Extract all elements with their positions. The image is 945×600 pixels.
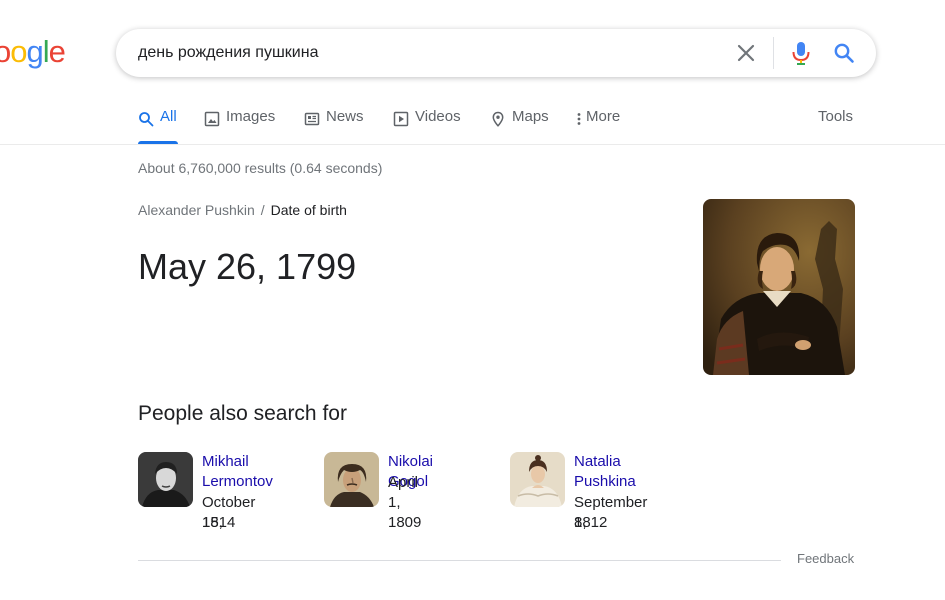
tab-label: Videos	[415, 108, 461, 125]
tools-button[interactable]: Tools	[818, 108, 853, 125]
google-logo[interactable]: oogle	[0, 32, 66, 72]
breadcrumb-attribute: Date of birth	[270, 202, 347, 218]
gogol-thumbnail[interactable]	[324, 452, 379, 507]
tab-label: Maps	[512, 108, 549, 125]
person-name-line[interactable]: Lermontov	[202, 472, 273, 492]
mic-icon[interactable]	[789, 40, 813, 66]
answer-date: May 26, 1799	[138, 246, 357, 287]
play-icon	[393, 111, 409, 127]
person-date-line: 1814	[202, 514, 236, 531]
results-stats: About 6,760,000 results (0.64 seconds)	[138, 160, 383, 176]
search-icon[interactable]	[832, 41, 856, 65]
person-date-line: April 1, 1809	[388, 474, 422, 531]
logo-letter: o	[0, 34, 11, 69]
image-icon	[204, 111, 220, 127]
logo-letter: o	[10, 34, 27, 69]
search-icon	[138, 111, 154, 127]
person-date-line: 1812	[574, 514, 608, 531]
map-pin-icon	[490, 111, 506, 127]
tab-images[interactable]: Images	[204, 108, 275, 144]
people-also-search-title: People also search for	[138, 402, 347, 425]
person-name-line[interactable]: Natalia	[574, 452, 621, 472]
close-icon[interactable]	[734, 41, 758, 65]
search-input[interactable]	[138, 29, 698, 77]
feedback-divider	[138, 560, 781, 561]
tab-news[interactable]: News	[304, 108, 364, 144]
breadcrumb-entity[interactable]: Alexander Pushkin	[138, 202, 255, 218]
search-box	[116, 29, 876, 77]
tab-label: Images	[226, 108, 276, 125]
tab-all[interactable]: All	[138, 108, 178, 144]
logo-letter: e	[48, 34, 66, 69]
more-vert-icon	[576, 111, 582, 127]
lermontov-thumbnail[interactable]	[138, 452, 193, 507]
news-icon	[304, 111, 320, 127]
breadcrumb: Alexander Pushkin / Date of birth	[138, 202, 347, 218]
tab-label: More	[586, 108, 621, 125]
logo-letter: g	[26, 34, 44, 69]
pushkin-portrait[interactable]	[703, 199, 855, 375]
tab-more[interactable]: More	[576, 108, 620, 144]
header-divider	[0, 144, 945, 145]
tab-maps[interactable]: Maps	[490, 108, 549, 144]
breadcrumb-separator: /	[260, 202, 265, 218]
tab-videos[interactable]: Videos	[393, 108, 461, 144]
pushkina-thumbnail[interactable]	[510, 452, 565, 507]
feedback-link[interactable]: Feedback	[797, 551, 854, 566]
tab-label: All	[160, 108, 177, 125]
search-divider	[773, 37, 774, 69]
person-name-line[interactable]: Mikhail	[202, 452, 249, 472]
person-name-line[interactable]: Pushkina	[574, 472, 636, 492]
tab-label: News	[326, 108, 364, 125]
